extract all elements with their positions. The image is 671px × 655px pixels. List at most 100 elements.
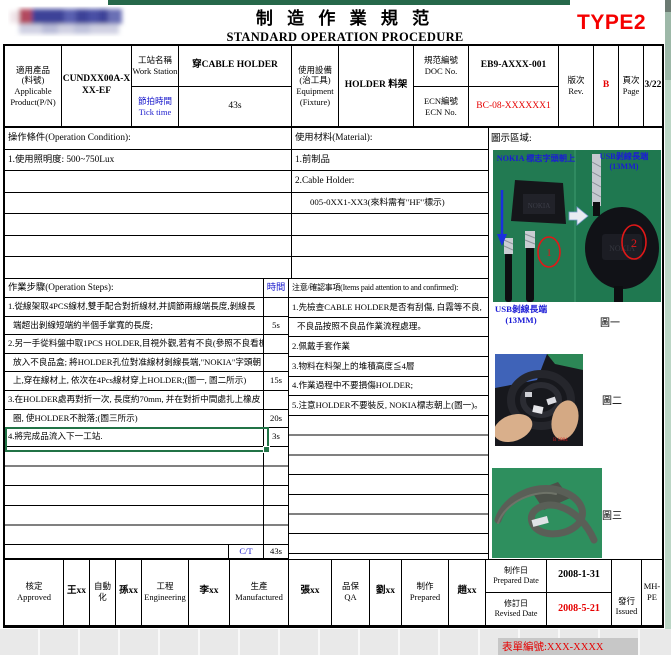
attention-empty-rows[interactable]: [289, 416, 489, 559]
cell-prepared-label[interactable]: 制作 Prepared: [402, 559, 449, 626]
cell-step-text[interactable]: 放入不良品盒; 將HOLDER孔位對准線材剝線長端,"NOKIA"字頭朝: [5, 354, 264, 372]
cell-page-label[interactable]: 頁次 Page: [619, 46, 644, 128]
cell-page-value[interactable]: 3/22: [644, 46, 662, 128]
figure3-photo: [492, 468, 602, 558]
cell-qa-label[interactable]: 品保 QA: [332, 559, 370, 626]
cell-manufactured-label[interactable]: 生產 Manufactured: [230, 559, 289, 626]
cell-step-text[interactable]: 4.將完成品流入下一工站.: [5, 428, 264, 447]
cell-issued-label[interactable]: 發行 Issued: [612, 559, 642, 626]
cell-attention-item[interactable]: 2.佩戴手套作業: [289, 337, 489, 357]
cell-approved-label[interactable]: 核定 Approved: [5, 559, 64, 626]
cell-material-title[interactable]: 使用材料(Material):: [292, 128, 489, 150]
cell-time-header[interactable]: 時間: [264, 279, 289, 298]
cell-manufactured-sign[interactable]: 張xx: [289, 559, 332, 626]
cell-equipment-label[interactable]: 使用設備 (治工具) Equipment (Fixture): [292, 46, 339, 128]
cell-ticktime-label[interactable]: 節拍時間 Tick time: [132, 87, 179, 128]
cell-attention-item[interactable]: 1.先檢查CABLE HOLDER是否有刮傷, 白霧等不良,: [289, 298, 489, 318]
sop-document-page: 制 造 作 業 規 范 STANDARD OPERATION PROCEDURE…: [0, 0, 671, 655]
cell-material-empty[interactable]: [292, 257, 489, 279]
cell-ecn-label[interactable]: ECN編號 ECN No.: [414, 87, 469, 128]
figure1-annotation-left: NOKIA 標志字頭朝上: [492, 154, 580, 164]
steps-empty-rows[interactable]: [5, 447, 264, 545]
cell-attention-title[interactable]: 注意/確認事項(Items paid attention to and conf…: [289, 279, 489, 298]
document-title-block: 制 造 作 業 規 范 STANDARD OPERATION PROCEDURE: [175, 4, 515, 45]
figure2-caption: 圖二: [602, 392, 622, 407]
figure1-annotation-right: USB剝線長端 (13MM): [587, 152, 661, 172]
cell-step-time[interactable]: 5s: [264, 317, 289, 335]
cell-condition-empty[interactable]: [5, 236, 292, 257]
nokia-emboss-text: NOKIA: [528, 202, 551, 210]
cell-material-empty[interactable]: [292, 214, 489, 236]
cell-ct-value[interactable]: 43s: [264, 545, 289, 559]
cell-material-item1[interactable]: 1.前制品: [292, 150, 489, 171]
document-title-cn: 制 造 作 業 規 范: [175, 4, 515, 29]
cell-workstation-value[interactable]: 穿CABLE HOLDER: [179, 46, 292, 87]
cell-attention-item[interactable]: 不良品按照不良品作業流程處理。: [289, 318, 489, 337]
cell-step-time[interactable]: 3s: [264, 428, 289, 447]
cell-step-time[interactable]: [264, 391, 289, 410]
cell-step-text[interactable]: 1.從線架取4PCS線材,雙手配合對折線材,并調節兩線端長度,剝線長: [5, 298, 264, 317]
cell-equipment-value[interactable]: HOLDER 料架: [339, 46, 414, 128]
cell-condition-empty[interactable]: [5, 257, 292, 279]
diagram-area: 圖示區域: NOKIA 1: [489, 128, 662, 559]
cell-condition-empty[interactable]: [5, 171, 292, 193]
cell-attention-item[interactable]: 3.物料在料架上的堆積高度≦4層: [289, 357, 489, 377]
cell-attention-item[interactable]: 5.注意HOLDER不要裝反, NOKIA標志朝上(圖一)。: [289, 396, 489, 416]
cell-product-label[interactable]: 適用產品 (料號) Applicable Product(P/N): [5, 46, 62, 128]
cell-rev-label[interactable]: 版次 Rev.: [559, 46, 594, 128]
cell-step-time[interactable]: [264, 354, 289, 372]
cell-engineering-sign[interactable]: 李xx: [189, 559, 230, 626]
cell-condition-empty[interactable]: [5, 193, 292, 214]
company-logo: [8, 6, 138, 38]
cell-product-value[interactable]: CUNDXX00A-XXX-EF: [62, 46, 132, 128]
cell-step-text[interactable]: 2.另一手從料盤中取1PCS HOLDER,目視外觀,若有不良(參照不良看板): [5, 335, 264, 354]
cell-material-item2[interactable]: 2.Cable Holder:: [292, 171, 489, 193]
cell-prepared-sign[interactable]: 趙xx: [449, 559, 486, 626]
cell-automation-label[interactable]: 自動 化: [90, 559, 116, 626]
cell-automation-sign[interactable]: 孫xx: [116, 559, 142, 626]
cell-condition-empty[interactable]: [5, 214, 292, 236]
cell-prepared-date-value[interactable]: 2008-1-31: [547, 559, 612, 593]
cell-step-time[interactable]: 20s: [264, 410, 289, 428]
cell-material-item3[interactable]: 005-0XX1-XX3(來料需有"HF"標示): [292, 193, 489, 214]
figure3-caption: 圖三: [602, 507, 622, 522]
cell-step-time[interactable]: [264, 298, 289, 317]
cell-rev-value[interactable]: B: [594, 46, 619, 128]
svg-text:B 1004: B 1004: [553, 438, 568, 443]
logo-blur-graphic: [8, 6, 138, 38]
cell-prepared-date-label[interactable]: 制作日 Prepared Date: [486, 559, 547, 593]
cell-step-text[interactable]: 3.在HOLDER處再對折一次, 長度約70mm, 并在對折中間處扎上橡皮: [5, 391, 264, 410]
cell-revised-date-label[interactable]: 修訂日 Revised Date: [486, 593, 547, 626]
cell-ct-label[interactable]: C/T: [229, 545, 264, 559]
cell-ecn-value[interactable]: BC-08-XXXXXX1: [469, 87, 559, 128]
cell-attention-item[interactable]: 4.作業過程中不要損傷HOLDER;: [289, 377, 489, 396]
document-title-en: STANDARD OPERATION PROCEDURE: [175, 30, 515, 45]
cell-approved-sign[interactable]: 王xx: [64, 559, 90, 626]
cell-step-time[interactable]: [264, 335, 289, 354]
cell-workstation-label[interactable]: 工站名稱 Work Station: [132, 46, 179, 87]
cell-issued-value[interactable]: MH-PE: [642, 559, 662, 626]
figure1-circle1: 1: [546, 247, 552, 259]
cell-ct-spacer[interactable]: [5, 545, 229, 559]
figure2-photo: B 1004: [495, 354, 583, 446]
cell-qa-sign[interactable]: 劉xx: [370, 559, 402, 626]
time-empty-rows[interactable]: [264, 447, 289, 545]
cell-docno-label[interactable]: 規范編號 DOC No.: [414, 46, 469, 87]
cell-step-text[interactable]: 端超出剝線短端約半個手掌寬的長度;: [5, 317, 264, 335]
cell-revised-date-value[interactable]: 2008-5-21: [547, 593, 612, 626]
figure1-circle2: 2: [631, 236, 637, 250]
cell-engineering-label[interactable]: 工程 Engineering: [142, 559, 189, 626]
cell-material-empty[interactable]: [292, 236, 489, 257]
cell-condition-title[interactable]: 操作條件(Operation Condition):: [5, 128, 292, 150]
figure1-caption: 圖一: [600, 314, 620, 329]
cell-condition-item1[interactable]: 1.使用照明度: 500~750Lux: [5, 150, 292, 171]
cell-steps-title[interactable]: 作業步驟(Operation Steps):: [5, 279, 264, 298]
diagram-area-label: 圖示區域:: [491, 130, 532, 144]
sheet-right-edge: [665, 0, 671, 655]
cell-ticktime-value[interactable]: 43s: [179, 87, 292, 128]
form-number-band: 表單編號:XXX-XXXX: [498, 638, 638, 655]
cell-step-text[interactable]: 上,穿在線材上, 依次在4Pcs線材穿上HOLDER;(圖一, 圖二所示): [5, 372, 264, 391]
cell-step-time[interactable]: 15s: [264, 372, 289, 391]
cell-step-text[interactable]: 圈, 使HOLDER不脫落;(圖三所示): [5, 410, 264, 428]
cell-docno-value[interactable]: EB9-AXXX-001: [469, 46, 559, 87]
